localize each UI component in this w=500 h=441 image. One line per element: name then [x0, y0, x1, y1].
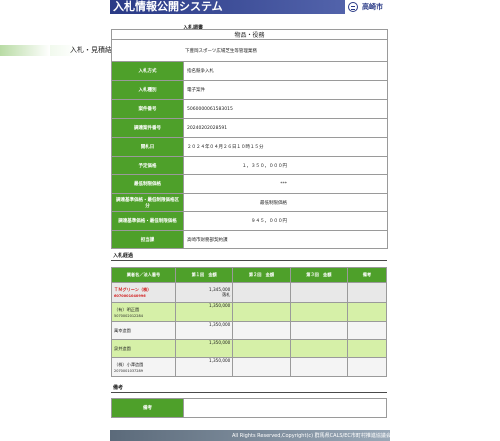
- detail-value: 最低制限価格: [183, 193, 388, 212]
- section-progress-label: 入札経過: [113, 253, 134, 259]
- detail-value: 電子案件: [183, 80, 388, 100]
- amount-cell: 1,350,000: [174, 321, 234, 340]
- bidder-cell: ＴＭグリーン（株） 6070001040996: [111, 282, 176, 303]
- detail-value: １，３５０，０００円: [183, 156, 388, 175]
- detail-label: 予定価格: [111, 156, 184, 175]
- table-row: 萬幸造園 1,350,000: [111, 321, 387, 340]
- notes-value: [183, 398, 387, 418]
- bidder-name: （有）明正園: [114, 306, 140, 312]
- amount-cell-3: [289, 302, 349, 322]
- bid-progress-table: 業者名／法人番号 第１回 金額 第２回 金額 第３回 金額 備考 ＴＭグリーン（…: [111, 267, 387, 377]
- detail-label: 最低制限価格: [111, 174, 184, 194]
- detail-value: ***: [183, 174, 388, 194]
- amount-cell: 1,350,000: [174, 357, 234, 377]
- category-cell: 物品・役務: [111, 29, 388, 40]
- city-emblem-icon: [348, 2, 358, 12]
- section-divider: [111, 392, 387, 393]
- note-cell: [347, 321, 387, 340]
- detail-label: 開札日: [111, 137, 184, 157]
- bidder-cell: （株）小澤造園 2070001037289: [111, 357, 176, 377]
- amount-cell-2: [232, 339, 291, 358]
- bidder-name: （株）小澤造園: [114, 361, 144, 367]
- amount-cell-3: [289, 339, 349, 358]
- note-cell: [347, 339, 387, 358]
- detail-value: 20240202028591: [183, 118, 388, 138]
- progress-header: 第１回 金額: [174, 267, 234, 283]
- amount-cell: 1,350,000: [174, 339, 234, 358]
- detail-label: 案件番号: [111, 99, 184, 119]
- amount-cell-3: [289, 282, 349, 303]
- table-row: 泉井造園 1,350,000: [111, 339, 387, 358]
- app-title: 入札情報公開システム: [113, 0, 223, 13]
- amount-cell-2: [232, 321, 291, 340]
- progress-header: 業者名／法人番号: [111, 267, 176, 283]
- amount-cell-2: [232, 302, 291, 322]
- award-note: 落札: [221, 292, 231, 297]
- progress-header: 第３回 金額: [289, 267, 349, 283]
- detail-label: 調達案件番号: [111, 118, 184, 138]
- detail-label: 入札方式: [111, 61, 184, 81]
- amount-cell-3: [289, 357, 349, 377]
- table-row: （株）小澤造園 2070001037289 1,350,000: [111, 357, 387, 377]
- bidder-cell: （有）明正園 5070002012284: [111, 302, 176, 322]
- notes-label: 備考: [111, 398, 184, 418]
- note-cell: [347, 282, 387, 303]
- amount-cell-3: [289, 321, 349, 340]
- table-row: （有）明正園 5070002012284 1,350,000: [111, 302, 387, 322]
- detail-label: 調達基準価格・最低制限価格: [111, 211, 184, 231]
- amount-cell: 1,350,000: [174, 302, 234, 322]
- detail-value: ２０２４年０４月２６日１０時１５分: [183, 137, 388, 157]
- progress-header: 備考: [347, 267, 387, 283]
- note-cell: [347, 302, 387, 322]
- notes-table: 備考: [111, 398, 387, 418]
- detail-label: 担当課: [111, 230, 184, 249]
- detail-value: 5060000061583015: [183, 99, 388, 119]
- bidder-id: 6070001040996: [114, 294, 146, 298]
- copyright: All Rights Reserved,Copyright(c) 群馬県CALS…: [232, 433, 391, 439]
- note-cell: [347, 357, 387, 377]
- detail-label: 調達基準価格・最低制限価格区分: [111, 193, 184, 212]
- amount-cell-2: [232, 357, 291, 377]
- amount-cell: 1,345,000 落札: [174, 282, 234, 303]
- bid-detail-table: 物品・役務 下豊岡スポーツ広場芝生等管理業務 入札方式 指名競争入札 入札種別 電子…: [111, 29, 388, 249]
- bidder-id: 2070001037289: [114, 368, 143, 373]
- detail-label: 入札種別: [111, 80, 184, 100]
- progress-header: 第２回 金額: [232, 267, 291, 283]
- bidder-name: 泉井造園: [111, 339, 176, 358]
- bidder-name: 萬幸造園: [111, 321, 176, 340]
- bidder-name: ＴＭグリーン（株）: [114, 287, 152, 292]
- city-name: 高崎市: [362, 3, 383, 11]
- subject-cell: 下豊岡スポーツ広場芝生等管理業務: [111, 39, 388, 62]
- table-row: ＴＭグリーン（株） 6070001040996 1,345,000 落札: [111, 282, 387, 303]
- bidder-id: 5070002012284: [114, 313, 143, 318]
- detail-value: 高崎市財務部契約課: [183, 230, 388, 249]
- section-notes-label: 備考: [113, 385, 124, 391]
- amount-cell-2: [232, 282, 291, 303]
- section-divider: [111, 260, 387, 261]
- banner-edge: [0, 45, 50, 56]
- detail-value: ９４５，０００円: [183, 211, 388, 231]
- detail-value: 指名競争入札: [183, 61, 388, 81]
